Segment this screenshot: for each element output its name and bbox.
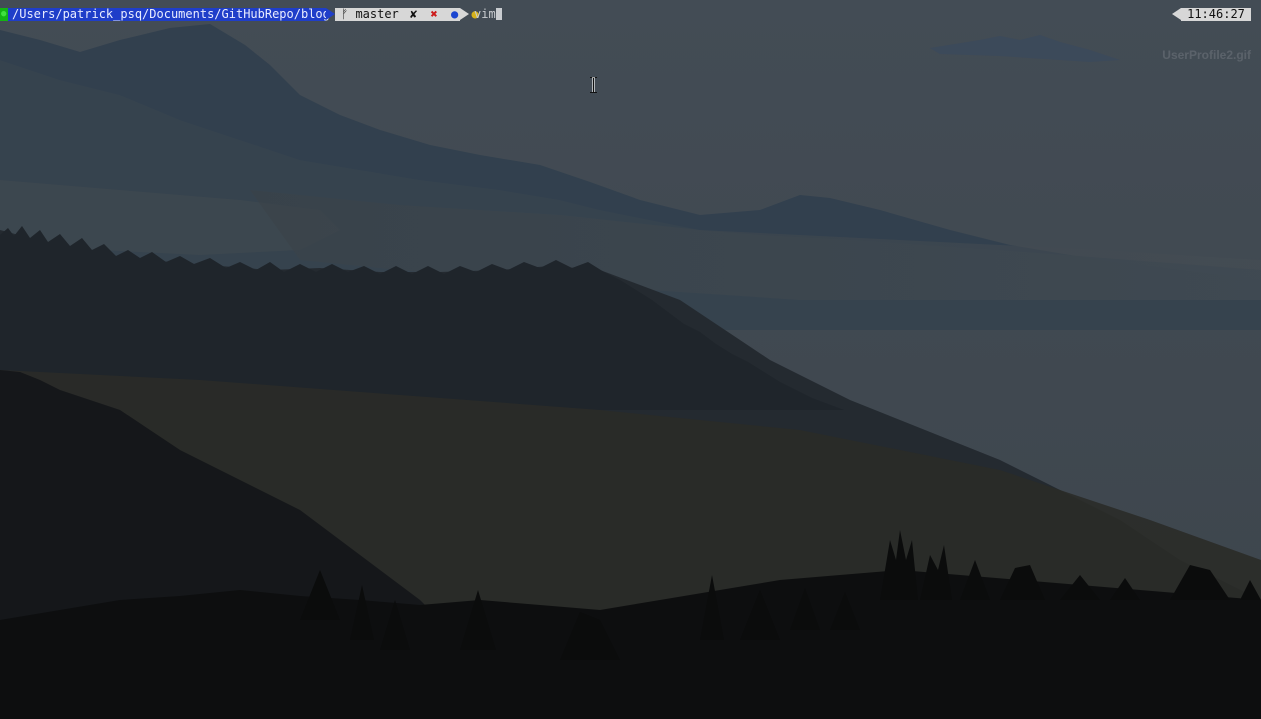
current-path: /Users/patrick_psq/Documents/GitHubRepo/… [12, 7, 330, 21]
path-segment-arrow [326, 8, 335, 20]
text-cursor-block [495, 8, 502, 20]
status-segment: ● [0, 8, 8, 21]
shell-prompt: ● /Users/patrick_psq/Documents/GitHubRep… [0, 6, 1261, 23]
mountain-forest-wallpaper [0, 0, 1261, 719]
git-segment-arrow [460, 8, 469, 20]
clock-segment-arrow [1172, 8, 1181, 20]
path-segment: /Users/patrick_psq/Documents/GitHubRepo/… [8, 8, 330, 21]
git-staged-icon: ✖ [430, 7, 438, 21]
git-branch-name: master [355, 7, 399, 21]
text-cursor-icon [589, 77, 598, 93]
git-segment: ᚠ master ✘ ✖ ● ● [335, 7, 479, 21]
git-dirty-icon: ✘ [410, 7, 418, 21]
status-ok-icon: ● [1, 9, 7, 19]
clock-segment: 11:46:27 [1181, 8, 1251, 21]
terminal-window[interactable]: ● /Users/patrick_psq/Documents/GitHubRep… [0, 0, 1261, 719]
git-branch-icon: ᚠ [341, 7, 349, 21]
clock-time: 11:46:27 [1187, 7, 1245, 21]
command-text: vim [474, 7, 496, 21]
command-input[interactable]: vim [474, 8, 502, 21]
watermark-label: UserProfile2.gif [1162, 48, 1251, 62]
git-unstaged-icon: ● [450, 7, 459, 21]
